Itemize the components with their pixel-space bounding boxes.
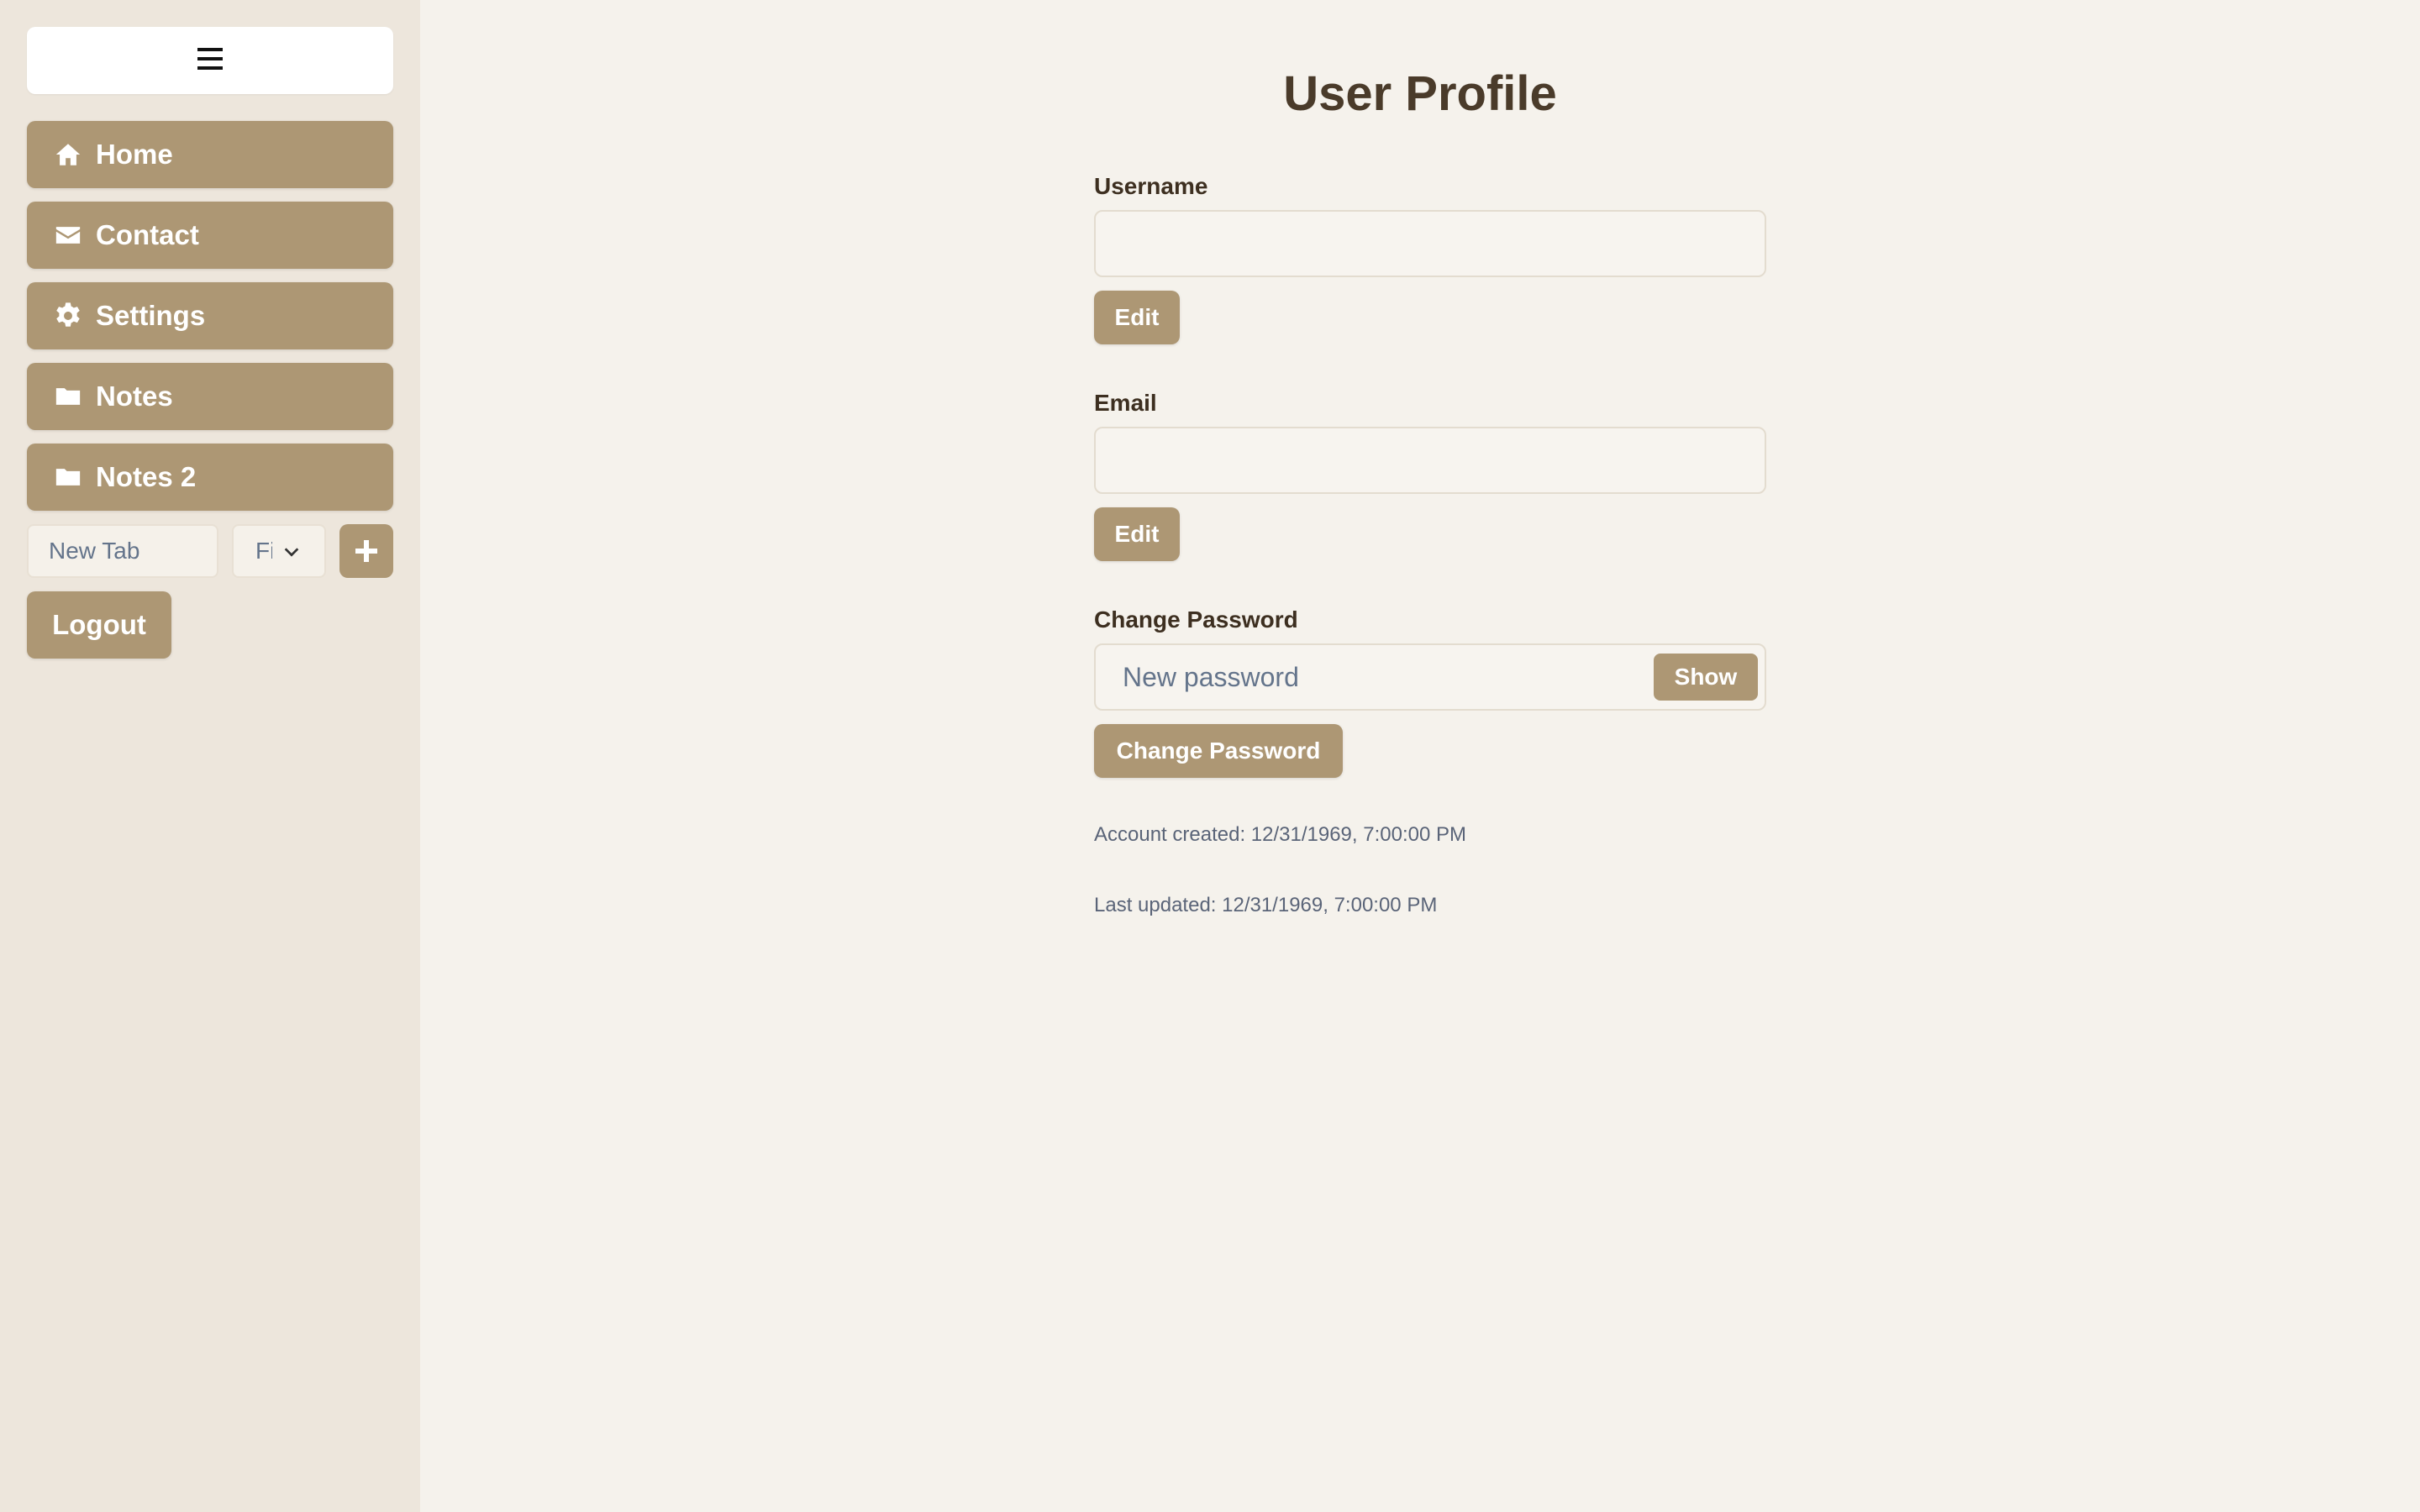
change-password-label: Change Password (1094, 606, 1298, 633)
edit-username-button[interactable]: Edit (1094, 291, 1180, 344)
sidebar-item-contact[interactable]: Contact (27, 202, 393, 269)
sidebar-item-settings[interactable]: Settings (27, 282, 393, 349)
new-tab-input[interactable]: New Tab (27, 524, 218, 578)
edit-email-button[interactable]: Edit (1094, 507, 1180, 561)
new-tab-placeholder: New Tab (49, 538, 140, 564)
sidebar-item-label: Home (96, 139, 173, 170)
username-label: Username (1094, 173, 1208, 199)
plus-icon (355, 540, 377, 562)
envelope-icon (54, 221, 82, 249)
chevron-down-icon (284, 548, 299, 557)
show-password-button[interactable]: Show (1654, 654, 1758, 701)
menu-toggle-button[interactable] (27, 27, 393, 94)
change-password-button[interactable]: Change Password (1094, 724, 1343, 778)
new-password-placeholder: New password (1123, 661, 1299, 692)
tab-type-select[interactable]: Fi (232, 524, 326, 578)
sidebar-item-notes-2[interactable]: Notes 2 (27, 444, 393, 511)
add-tab-button[interactable] (339, 524, 393, 578)
folder-icon (54, 463, 82, 491)
account-created-text: Account created: 12/31/1969, 7:00:00 PM (1094, 823, 1466, 846)
folder-icon (54, 382, 82, 411)
sidebar-item-label: Contact (96, 219, 199, 250)
sidebar-item-label: Settings (96, 300, 206, 331)
sidebar: Home Contact Settings Notes Notes 2 New … (0, 0, 420, 1512)
logout-button[interactable]: Logout (27, 591, 171, 659)
hamburger-icon (197, 47, 223, 74)
username-field[interactable] (1094, 210, 1766, 277)
tab-type-selected-value: Fi (255, 538, 272, 564)
gear-icon (54, 302, 82, 330)
sidebar-item-label: Notes 2 (96, 461, 197, 492)
sidebar-item-notes[interactable]: Notes (27, 363, 393, 430)
email-field[interactable] (1094, 427, 1766, 494)
home-icon (54, 140, 82, 169)
page-title: User Profile (1283, 66, 1557, 121)
sidebar-item-label: Notes (96, 381, 173, 412)
sidebar-item-home[interactable]: Home (27, 121, 393, 188)
last-updated-text: Last updated: 12/31/1969, 7:00:00 PM (1094, 894, 1438, 916)
email-label: Email (1094, 390, 1157, 416)
